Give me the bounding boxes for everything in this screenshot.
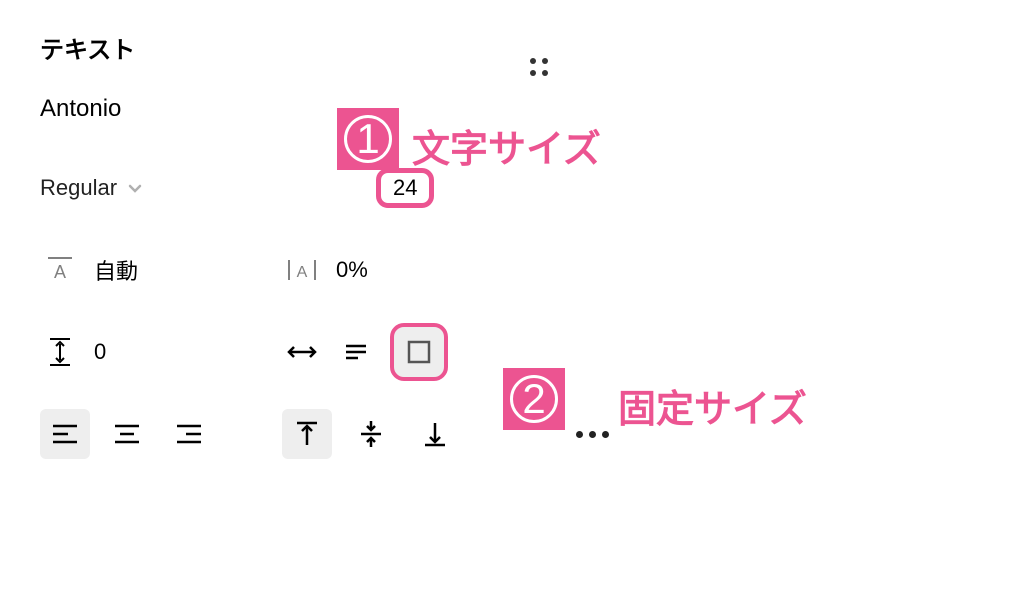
chevron-down-icon: [127, 180, 143, 196]
align-top-button[interactable]: [282, 409, 332, 459]
paragraph-spacing-icon: [40, 332, 80, 372]
annotation-badge-2: 2: [503, 368, 565, 430]
align-right-icon: [174, 421, 204, 447]
more-options-button[interactable]: [576, 431, 609, 438]
font-size-input[interactable]: 24: [376, 168, 434, 208]
auto-height-icon[interactable]: [336, 332, 376, 372]
svg-text:A: A: [297, 264, 308, 281]
align-top-icon: [294, 419, 320, 449]
section-title: テキスト: [40, 30, 135, 65]
align-center-button[interactable]: [102, 409, 152, 459]
align-left-icon: [50, 421, 80, 447]
line-height-value[interactable]: 自動: [94, 254, 138, 286]
align-left-button[interactable]: [40, 409, 90, 459]
paragraph-spacing-value[interactable]: 0: [94, 339, 106, 365]
letter-spacing-value[interactable]: 0%: [336, 257, 368, 283]
auto-width-icon[interactable]: [282, 332, 322, 372]
annotation-label-1: 文字サイズ: [412, 118, 601, 173]
line-height-icon: A: [40, 250, 80, 290]
fixed-size-button[interactable]: [390, 323, 448, 381]
align-middle-button[interactable]: [346, 409, 396, 459]
align-bottom-icon: [422, 419, 448, 449]
font-weight-select[interactable]: Regular: [40, 175, 143, 201]
align-middle-icon: [358, 419, 384, 449]
align-bottom-button[interactable]: [410, 409, 460, 459]
square-icon: [405, 338, 433, 366]
drag-handle-icon[interactable]: [530, 58, 548, 76]
letter-spacing-icon: A: [282, 250, 322, 290]
svg-text:A: A: [54, 262, 66, 282]
annotation-badge-1: 1: [337, 108, 399, 170]
align-center-icon: [112, 421, 142, 447]
annotation-label-2: 固定サイズ: [618, 378, 807, 433]
align-right-button[interactable]: [164, 409, 214, 459]
